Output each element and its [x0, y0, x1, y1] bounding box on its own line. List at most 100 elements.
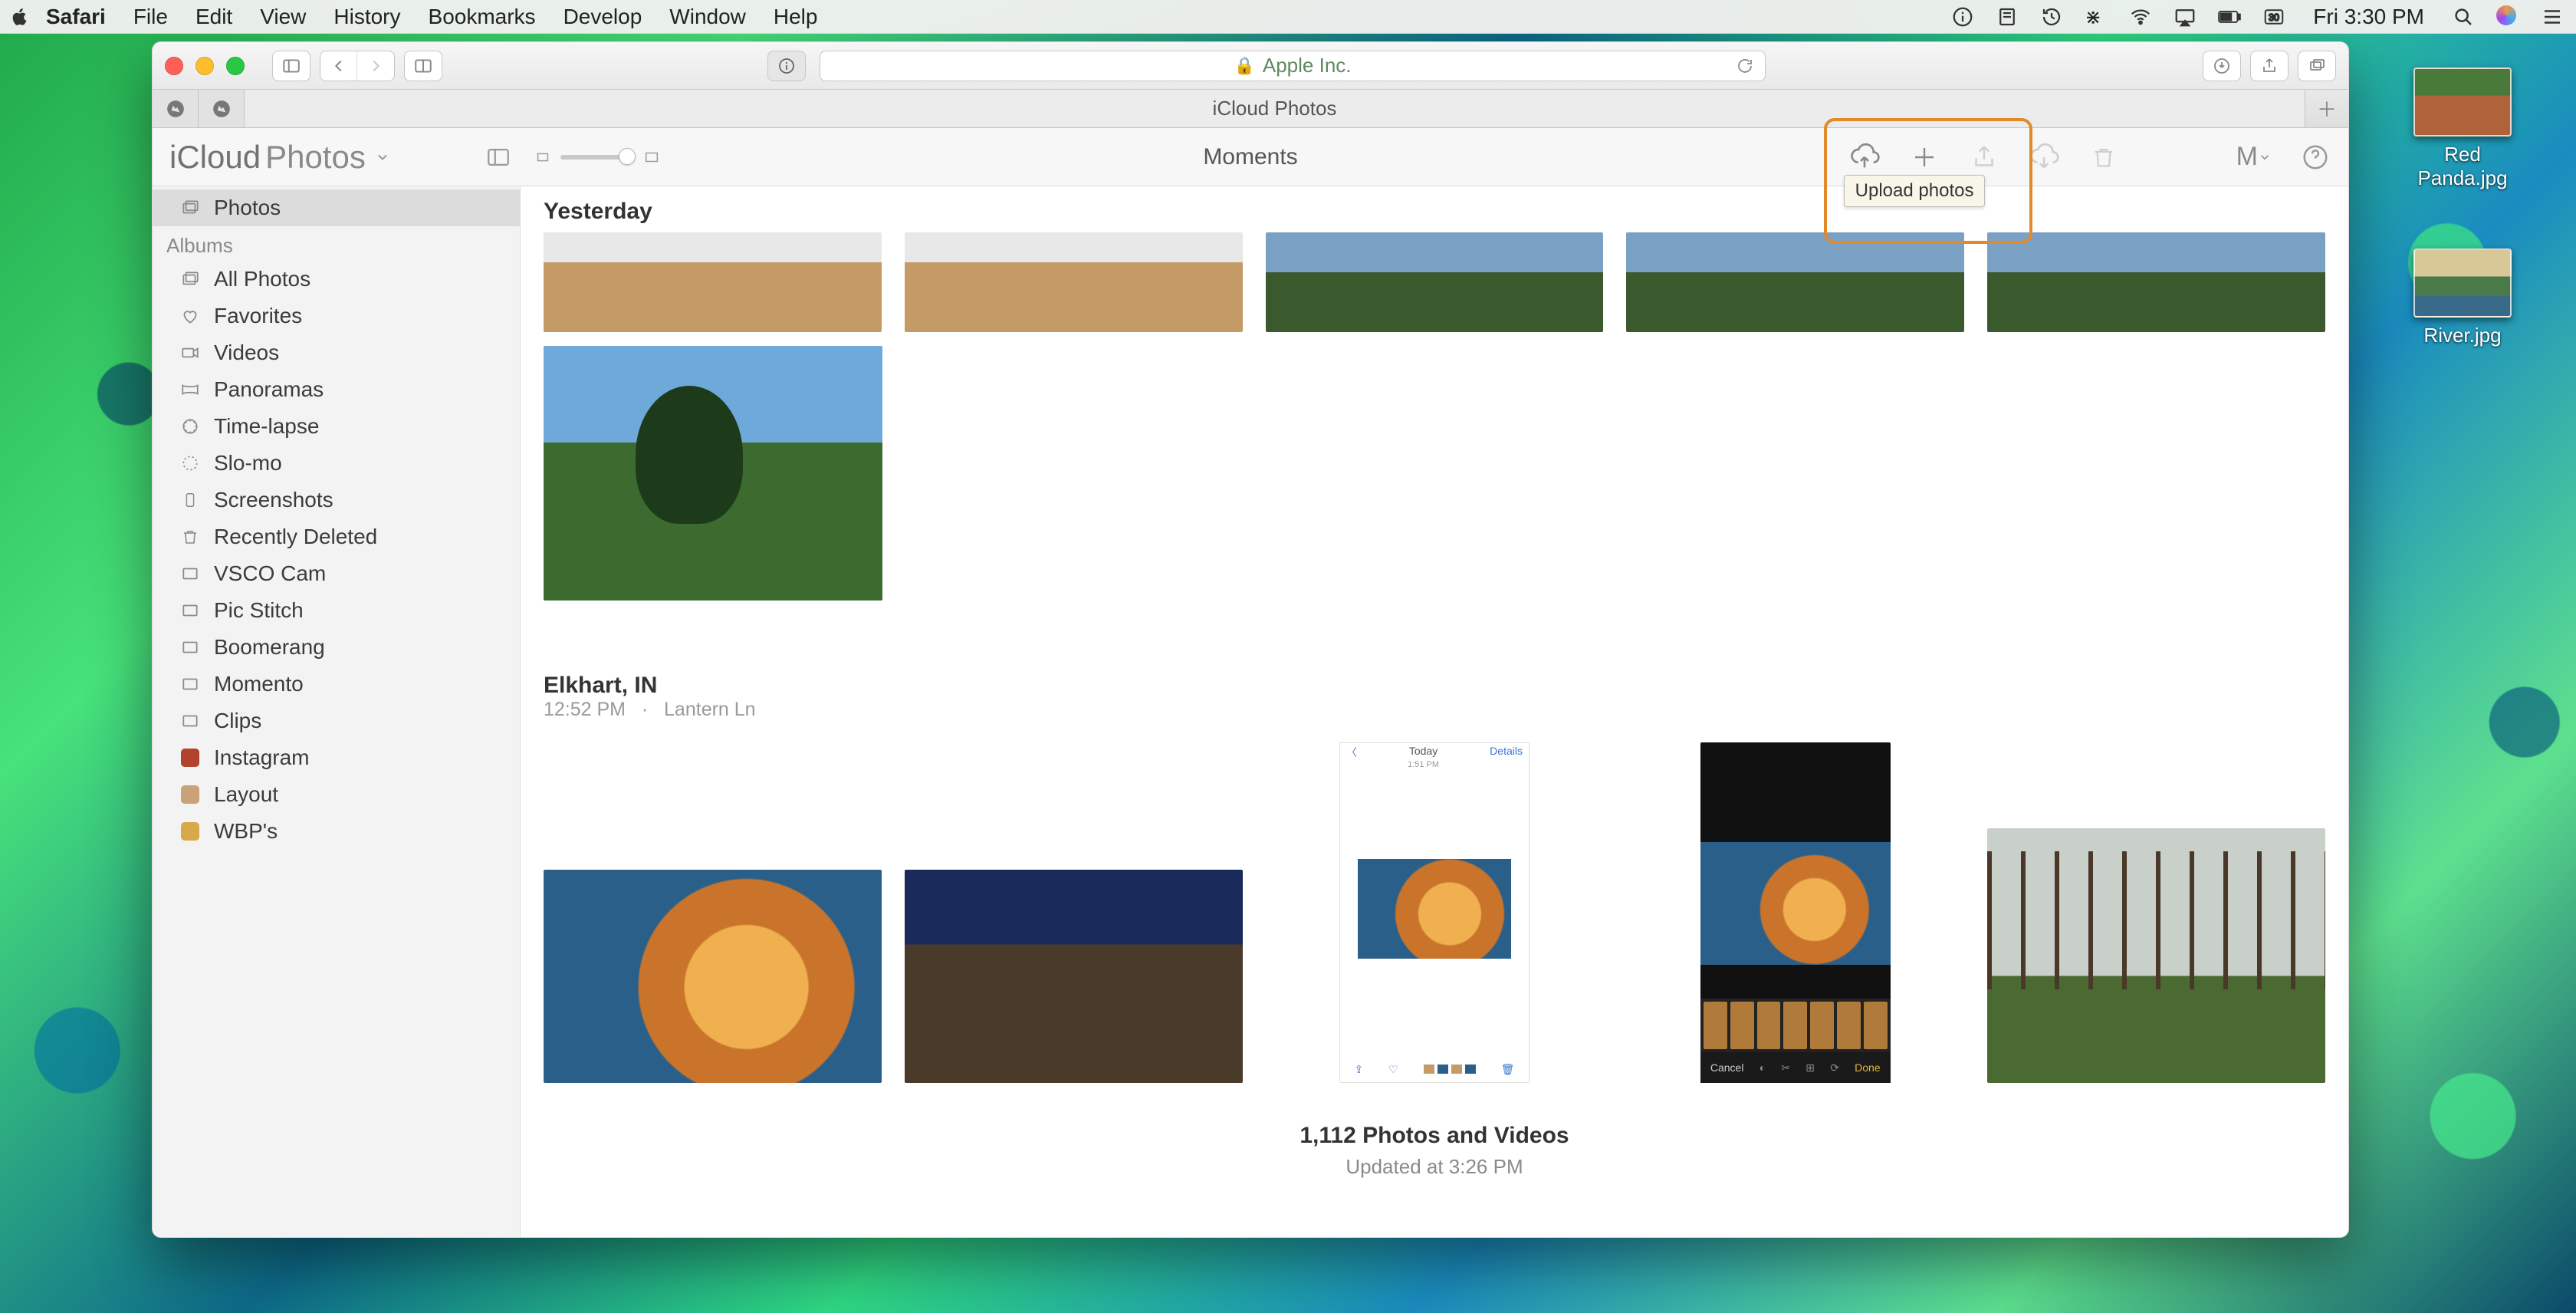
reload-button[interactable] [1736, 57, 1754, 75]
downloads-button[interactable] [2203, 51, 2241, 81]
photo-thumb[interactable] [1987, 828, 2325, 1083]
photo-thumb[interactable] [544, 232, 882, 332]
sidebar-item-videos[interactable]: Videos [153, 334, 520, 371]
status-battery-icon[interactable] [2218, 5, 2241, 28]
photo-thumb[interactable] [1626, 232, 1964, 332]
show-tabs-button[interactable] [2298, 51, 2336, 81]
add-button[interactable] [1908, 141, 1940, 173]
status-wifi-icon[interactable] [2129, 5, 2152, 28]
album-icon [179, 674, 202, 694]
section-elkhart-title: Elkhart, IN [521, 668, 2348, 699]
safari-toolbar: 🔒 Apple Inc. [153, 42, 2348, 90]
status-textinput-icon[interactable]: 30 [2262, 5, 2285, 28]
siri-icon[interactable] [2496, 5, 2519, 28]
sidebar-item-layout[interactable]: Layout [153, 776, 520, 813]
icloud-photos-brand[interactable]: iCloud Photos [169, 139, 390, 176]
forward-button[interactable] [357, 51, 394, 81]
status-timemachine-icon[interactable] [2040, 5, 2063, 28]
desktop-file-red-panda[interactable]: Red Panda.jpg [2401, 67, 2524, 190]
sidebar-item-picstitch[interactable]: Pic Stitch [153, 592, 520, 629]
sidebar-item-photos[interactable]: Photos [153, 189, 520, 226]
photo-thumb[interactable] [905, 232, 1243, 332]
tab-icloud-photos[interactable]: iCloud Photos [245, 90, 2305, 127]
sidebar-item-momento[interactable]: Momento [153, 666, 520, 703]
sidebar-toggle-button[interactable] [272, 51, 310, 81]
menu-help[interactable]: Help [760, 5, 832, 29]
all-photos-icon [179, 269, 202, 289]
photo-thumb[interactable] [1266, 232, 1604, 332]
delete-button[interactable] [2088, 141, 2120, 173]
menu-window[interactable]: Window [656, 5, 760, 29]
upload-button[interactable] [1848, 141, 1881, 173]
notification-center-icon[interactable] [2541, 5, 2564, 28]
timelapse-icon [179, 416, 202, 436]
macos-menubar: Safari File Edit View History Bookmarks … [0, 0, 2576, 34]
back-button[interactable] [320, 51, 357, 81]
sidebar-toggle-icon[interactable] [482, 141, 514, 173]
menu-develop[interactable]: Develop [550, 5, 656, 29]
share-button[interactable] [2250, 51, 2288, 81]
panorama-icon [179, 380, 202, 400]
help-button[interactable] [2299, 141, 2331, 173]
photos-grid[interactable]: Yesterday Elkhart, IN 12:52 PM · Lantern… [521, 186, 2348, 1237]
status-info-icon[interactable] [1951, 5, 1974, 28]
download-button[interactable] [2028, 141, 2060, 173]
view-title: Moments [1203, 144, 1297, 170]
photo-thumb-screenshot[interactable]: 〈Today1:51 PMDetails ⇪♡🗑 [1339, 742, 1530, 1083]
menu-view[interactable]: View [246, 5, 320, 29]
account-menu[interactable]: M [2236, 141, 2272, 173]
desktop-file-river[interactable]: River.jpg [2401, 248, 2524, 347]
menu-file[interactable]: File [120, 5, 182, 29]
desktop-file-label: River.jpg [2401, 324, 2524, 347]
menu-bookmarks[interactable]: Bookmarks [415, 5, 550, 29]
photo-thumb[interactable] [905, 870, 1243, 1083]
menu-app-name[interactable]: Safari [41, 5, 120, 29]
sidebar-item-vsco[interactable]: VSCO Cam [153, 555, 520, 592]
zoom-window-button[interactable] [226, 57, 245, 75]
sidebar-item-wbps[interactable]: WBP's [153, 813, 520, 850]
sidebar-item-timelapse[interactable]: Time-lapse [153, 408, 520, 445]
status-card-icon[interactable] [1996, 5, 2019, 28]
url-text: Apple Inc. [1263, 54, 1352, 77]
menu-history[interactable]: History [320, 5, 414, 29]
menubar-clock[interactable]: Fri 3:30 PM [2307, 5, 2430, 29]
menubar-status: ⋇ 30 Fri 3:30 PM [1951, 5, 2567, 29]
photo-thumb[interactable] [544, 870, 882, 1083]
close-window-button[interactable] [165, 57, 183, 75]
sidebar-item-boomerang[interactable]: Boomerang [153, 629, 520, 666]
photo-thumb[interactable] [544, 346, 882, 601]
sidebar-item-screenshots[interactable]: Screenshots [153, 482, 520, 518]
svg-text:30: 30 [2269, 12, 2279, 23]
status-airplay-icon[interactable] [2174, 5, 2196, 28]
pinned-tab-1[interactable] [153, 90, 199, 127]
address-bar[interactable]: 🔒 Apple Inc. [820, 51, 1766, 81]
folder-swatch-icon [179, 749, 202, 767]
sidebar-item-slomo[interactable]: Slo-mo [153, 445, 520, 482]
sidebar-item-favorites[interactable]: Favorites [153, 298, 520, 334]
window-traffic-lights [165, 57, 255, 75]
device-icon [179, 490, 202, 510]
photo-thumb[interactable] [1987, 232, 2325, 332]
folder-swatch-icon [179, 785, 202, 804]
sidebar-item-recently-deleted[interactable]: Recently Deleted [153, 518, 520, 555]
zoom-out-icon [534, 149, 551, 166]
album-icon [179, 564, 202, 584]
pinned-tab-2[interactable] [199, 90, 245, 127]
thumbnail-zoom-slider[interactable] [534, 149, 660, 166]
sidebar-item-clips[interactable]: Clips [153, 703, 520, 739]
tooltip-upload: Upload photos [1844, 175, 1986, 207]
reader-button[interactable] [767, 51, 806, 81]
status-bluetooth-icon[interactable]: ⋇ [2085, 5, 2108, 28]
zoom-in-icon [643, 149, 660, 166]
tab-overview-button[interactable] [404, 51, 442, 81]
spotlight-icon[interactable] [2452, 5, 2475, 28]
sidebar-item-all-photos[interactable]: All Photos [153, 261, 520, 298]
menu-edit[interactable]: Edit [182, 5, 246, 29]
minimize-window-button[interactable] [196, 57, 214, 75]
new-tab-button[interactable]: ＋ [2305, 90, 2348, 127]
share-button-app[interactable] [1968, 141, 2000, 173]
sidebar-item-instagram[interactable]: Instagram [153, 739, 520, 776]
apple-menu-icon[interactable] [9, 6, 41, 28]
sidebar-item-panoramas[interactable]: Panoramas [153, 371, 520, 408]
photo-thumb-editor[interactable]: Cancel◐✂⊞⟳Done [1700, 742, 1891, 1083]
